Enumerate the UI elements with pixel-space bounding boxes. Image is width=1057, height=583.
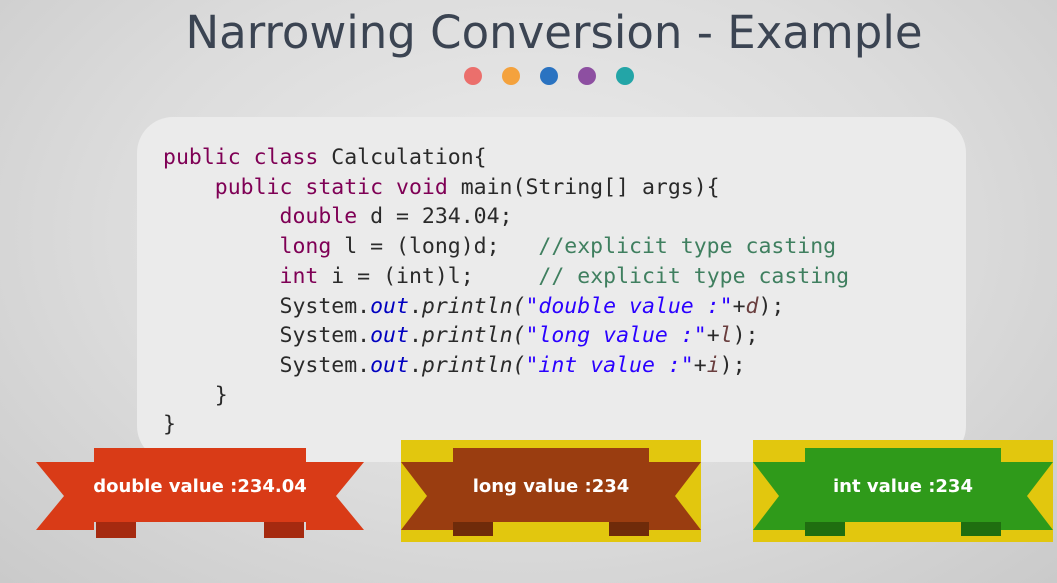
code-line-4: long l = (long)d; //explicit type castin… <box>279 234 837 260</box>
dot-orange <box>502 67 520 85</box>
dot-purple <box>578 67 596 85</box>
code-line-9: } <box>214 382 228 408</box>
code-line-1: public class Calculation{ <box>163 145 487 170</box>
output-label-long: long value :234 <box>472 476 630 497</box>
output-ribbon-double: double value :234.04 <box>36 446 364 542</box>
output-label-int: int value :234 <box>833 476 973 497</box>
code-line-7: System.out.println("long value :"+l); <box>279 323 759 349</box>
code-line-6: System.out.println("double value :"+d); <box>279 293 785 319</box>
dot-teal <box>616 67 634 85</box>
output-ribbon-int: int value :234 <box>753 440 1053 544</box>
code-line-3: double d = 234.04; <box>279 204 513 230</box>
output-ribbon-long: long value :234 <box>401 440 701 544</box>
code-line-10: } <box>163 412 176 438</box>
dot-red <box>464 67 482 85</box>
decorative-dots <box>464 67 634 85</box>
code-block: public class Calculation{ public static … <box>163 143 849 440</box>
code-line-8: System.out.println("int value :"+i); <box>279 352 746 378</box>
dot-blue <box>540 67 558 85</box>
code-line-2: public static void main(String[] args){ <box>214 174 720 200</box>
output-label-double: double value :234.04 <box>93 476 307 497</box>
code-line-5: int i = (int)l; // explicit type casting <box>279 263 850 289</box>
slide-title: Narrowing Conversion - Example <box>185 6 923 59</box>
